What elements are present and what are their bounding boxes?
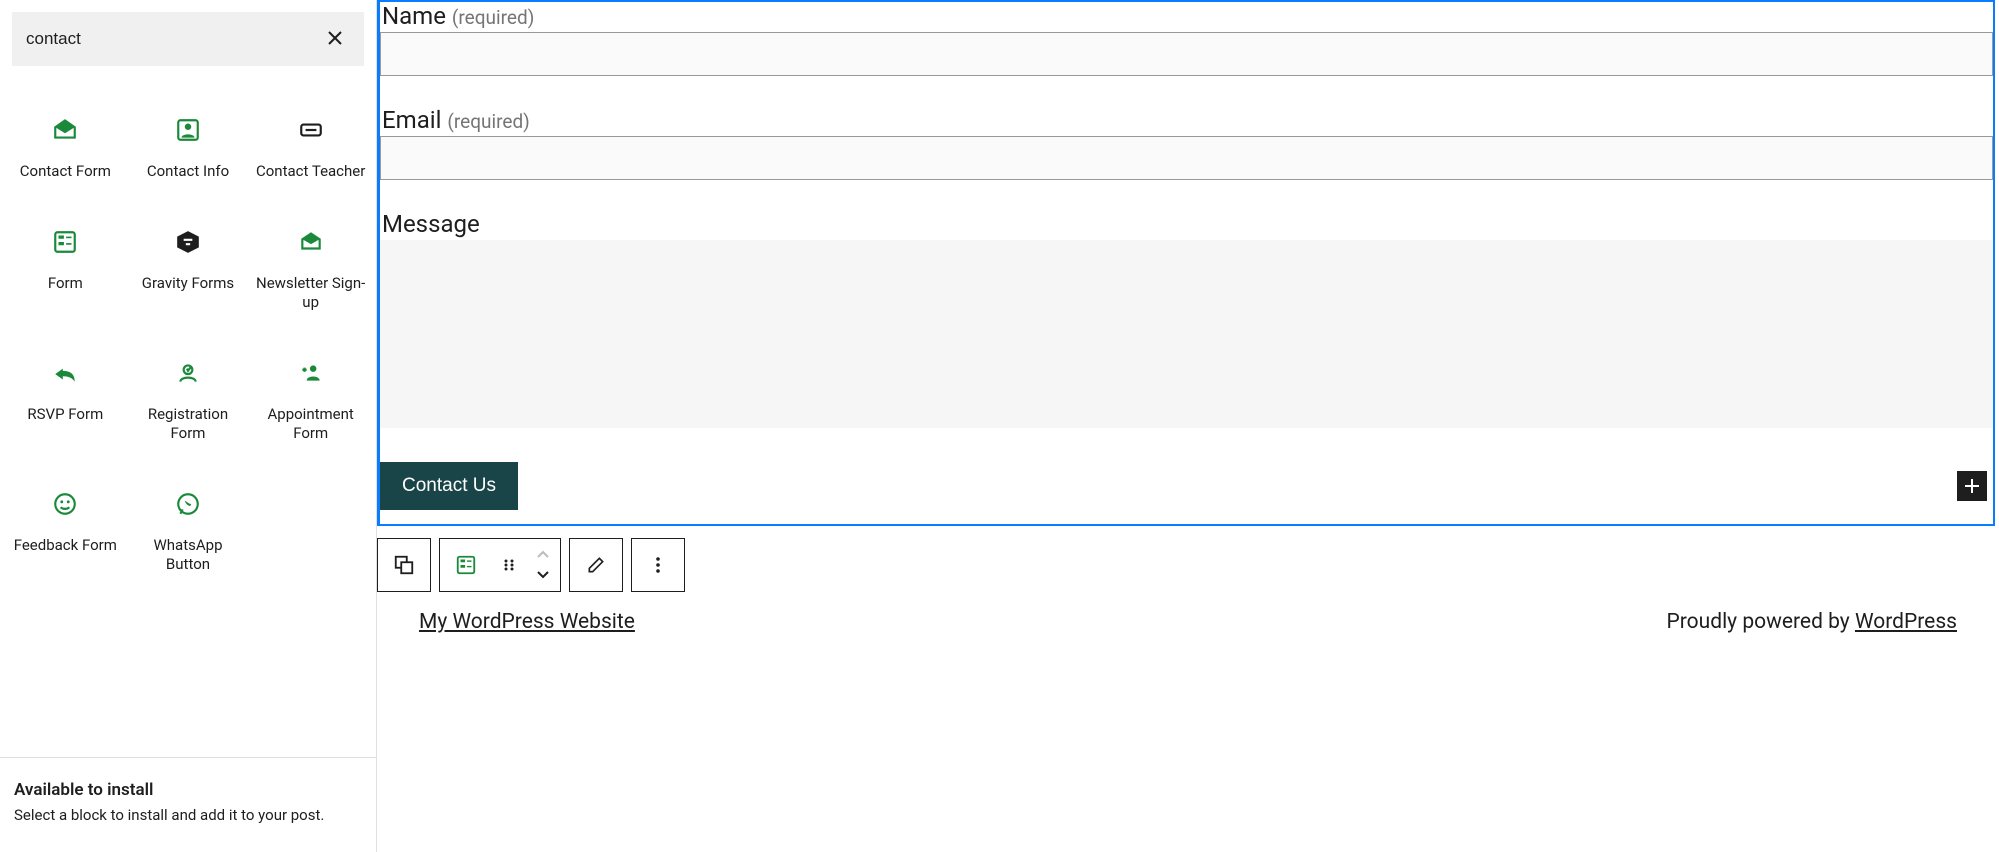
block-appointment-form[interactable]: Appointment Form <box>249 331 372 462</box>
plus-icon <box>1963 477 1981 495</box>
form-field-name: Name (required) <box>380 2 1993 76</box>
block-feedback-form[interactable]: Feedback Form <box>4 462 127 593</box>
toolbar-group-edit <box>569 538 623 592</box>
block-type-button[interactable] <box>440 539 492 591</box>
close-icon <box>328 31 342 45</box>
drag-handle-button[interactable] <box>492 539 526 591</box>
search-clear-button[interactable] <box>320 25 350 54</box>
block-form[interactable]: Form <box>4 200 127 331</box>
block-newsletter-signup[interactable]: Newsletter Sign-up <box>249 200 372 331</box>
move-down-button[interactable] <box>536 565 550 584</box>
block-label: Form <box>48 274 83 294</box>
form-block-icon <box>455 554 477 576</box>
message-textarea[interactable] <box>380 240 1993 428</box>
card-icon <box>298 116 324 144</box>
block-search-input[interactable] <box>26 29 320 49</box>
whatsapp-icon <box>175 490 201 518</box>
submit-button[interactable]: Contact Us <box>380 462 518 510</box>
wordpress-link[interactable]: WordPress <box>1855 610 1957 634</box>
chevron-up-icon <box>536 550 550 560</box>
spacer <box>380 76 1993 106</box>
block-rsvp-form[interactable]: RSVP Form <box>4 331 127 462</box>
block-label: Contact Info <box>147 162 229 182</box>
block-contact-teacher[interactable]: Contact Teacher <box>249 88 372 200</box>
powered-by-text: Proudly powered by WordPress <box>1667 610 1957 634</box>
block-whatsapp-button[interactable]: WhatsApp Button <box>127 462 250 593</box>
sidebar-install-section: Available to install Select a block to i… <box>0 757 376 852</box>
install-section-title: Available to install <box>14 780 362 800</box>
block-label: Contact Teacher <box>256 162 365 182</box>
toolbar-group-move <box>439 538 561 592</box>
mail-open-icon <box>52 116 78 144</box>
name-input[interactable] <box>380 32 1993 76</box>
pencil-icon <box>586 555 606 575</box>
block-contact-form[interactable]: Contact Form <box>4 88 127 200</box>
powered-by-prefix: Proudly powered by <box>1667 610 1855 634</box>
install-section-subtitle: Select a block to install and add it to … <box>14 806 362 824</box>
block-label: WhatsApp Button <box>133 536 244 575</box>
block-results-grid: Contact Form Contact Info Contact Teache… <box>0 78 376 603</box>
block-contact-info[interactable]: Contact Info <box>127 88 250 200</box>
message-label: Message <box>380 210 1993 240</box>
contact-form-block[interactable]: Name (required) Email (required) Message… <box>377 0 1995 526</box>
spacer <box>380 180 1993 210</box>
block-label: Gravity Forms <box>142 274 234 294</box>
name-required-text: (required) <box>452 6 534 29</box>
registration-icon <box>175 359 201 387</box>
person-plus-icon <box>298 359 324 387</box>
block-label: Newsletter Sign-up <box>255 274 366 313</box>
gravity-forms-icon <box>175 228 201 256</box>
reply-icon <box>52 359 78 387</box>
drag-icon <box>501 557 517 573</box>
email-label: Email (required) <box>380 106 1993 136</box>
email-input[interactable] <box>380 136 1993 180</box>
chevron-down-icon <box>536 569 550 579</box>
email-required-text: (required) <box>447 110 529 133</box>
name-label-text: Name <box>382 2 446 30</box>
block-inserter-sidebar: Contact Form Contact Info Contact Teache… <box>0 0 377 852</box>
select-parent-icon <box>393 554 415 576</box>
edit-button[interactable] <box>570 539 622 591</box>
block-label: Contact Form <box>20 162 111 182</box>
editor-canvas: Name (required) Email (required) Message… <box>377 0 1999 852</box>
email-label-text: Email <box>382 106 441 134</box>
name-label: Name (required) <box>380 2 1993 32</box>
person-card-icon <box>175 116 201 144</box>
submit-row: Contact Us <box>380 432 1993 524</box>
block-gravity-forms[interactable]: Gravity Forms <box>127 200 250 331</box>
smiley-icon <box>52 490 78 518</box>
more-vertical-icon <box>648 555 668 575</box>
page-footer: My WordPress Website Proudly powered by … <box>377 592 1999 634</box>
move-up-button[interactable] <box>536 546 550 565</box>
add-block-button[interactable] <box>1957 471 1987 501</box>
more-options-button[interactable] <box>632 539 684 591</box>
block-label: Feedback Form <box>14 536 117 556</box>
block-label: Appointment Form <box>255 405 366 444</box>
block-label: RSVP Form <box>27 405 103 425</box>
site-title-link[interactable]: My WordPress Website <box>419 610 635 634</box>
block-label: Registration Form <box>133 405 244 444</box>
block-search-box <box>12 12 364 66</box>
move-arrows <box>526 539 560 591</box>
form-field-email: Email (required) <box>380 106 1993 180</box>
toolbar-group-parent <box>377 538 431 592</box>
toolbar-group-more <box>631 538 685 592</box>
select-parent-button[interactable] <box>378 539 430 591</box>
form-icon <box>52 228 78 256</box>
block-toolbar <box>377 538 1999 592</box>
form-field-message: Message <box>380 210 1993 432</box>
block-registration-form[interactable]: Registration Form <box>127 331 250 462</box>
newsletter-icon <box>298 228 324 256</box>
